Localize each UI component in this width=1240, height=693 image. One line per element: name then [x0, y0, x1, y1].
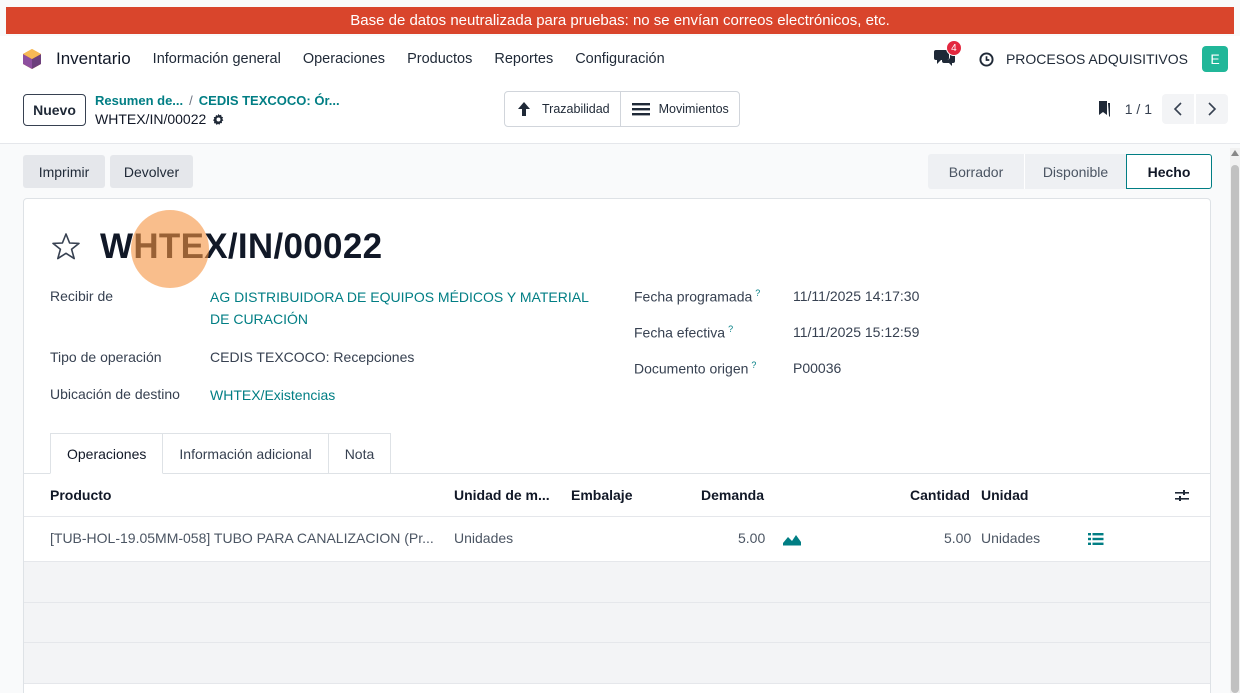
col-unidad-medida[interactable]: Unidad de m... — [454, 487, 550, 503]
partner-link-line2[interactable]: DE CURACIÓN — [210, 311, 308, 327]
cell-uom: Unidades — [454, 530, 514, 546]
menu-productos[interactable]: Productos — [407, 51, 472, 67]
user-avatar[interactable]: E — [1202, 46, 1228, 72]
effective-date-field: 11/11/2025 15:12:59 — [793, 324, 920, 340]
tabs-divider — [24, 473, 1210, 474]
stage-hecho[interactable]: Hecho — [1126, 154, 1212, 189]
column-settings-icon[interactable] — [1174, 489, 1190, 503]
new-button[interactable]: Nuevo — [23, 94, 86, 126]
cell-product[interactable]: [TUB-HOL-19.05MM-058] TUBO PARA CANALIZA… — [50, 530, 434, 546]
control-panel: Nuevo Resumen de... / CEDIS TEXCOCO: Ór...… — [0, 82, 1240, 144]
breadcrumb: Resumen de... / CEDIS TEXCOCO: Ór... — [95, 93, 340, 108]
empty-row — [24, 562, 1210, 602]
pager-previous-button[interactable] — [1162, 94, 1194, 124]
traceability-label: Trazabilidad — [542, 102, 610, 116]
clock-icon[interactable] — [979, 51, 994, 67]
menu-operaciones[interactable]: Operaciones — [303, 51, 385, 67]
label-fecha-programada: Fecha programada? — [634, 288, 760, 305]
label-fecha-programada-text: Fecha programada — [634, 288, 753, 305]
pager-value[interactable]: 1 / 1 — [1125, 101, 1152, 117]
empty-row — [24, 603, 1210, 642]
label-tipo-operacion: Tipo de operación — [50, 349, 162, 365]
tab-informacion-adicional[interactable]: Información adicional — [162, 433, 329, 473]
destination-location-link[interactable]: WHTEX/Existencias — [210, 387, 335, 403]
cell-quantity[interactable]: 5.00 — [944, 530, 971, 546]
label-fecha-efectiva: Fecha efectiva? — [634, 324, 733, 341]
label-fecha-efectiva-text: Fecha efectiva — [634, 324, 726, 341]
record-name-row: WHTEX/IN/00022 — [95, 111, 225, 127]
scheduled-date-field[interactable]: 11/11/2025 14:17:30 — [793, 288, 919, 304]
top-navbar: Inventario Información general Operacion… — [0, 36, 1240, 82]
chevron-right-icon — [1208, 102, 1217, 116]
stage-hecho-label: Hecho — [1147, 163, 1191, 180]
cell-demand: 5.00 — [738, 530, 766, 546]
row-divider — [24, 683, 1210, 684]
record-name: WHTEX/IN/00022 — [95, 111, 207, 127]
cell-unit: Unidades — [981, 530, 1041, 546]
col-demanda[interactable]: Demanda — [701, 487, 764, 503]
messaging-button[interactable]: 4 — [933, 40, 962, 70]
partner-link-line1[interactable]: AG DISTRIBUIDORA DE EQUIPOS MÉDICOS Y MA… — [210, 289, 589, 305]
help-icon[interactable]: ? — [728, 324, 733, 334]
forecast-chart-icon[interactable] — [782, 532, 802, 546]
gear-icon[interactable] — [212, 113, 225, 126]
print-button[interactable]: Imprimir — [23, 155, 105, 188]
navbar-systray: 4 PROCESOS ADQUISITIVOS E — [933, 36, 1228, 82]
menu-configuracion[interactable]: Configuración — [575, 51, 664, 67]
banner-text: Base de datos neutralizada para pruebas:… — [350, 12, 890, 29]
chevron-left-icon — [1173, 102, 1182, 116]
smart-buttons: Trazabilidad Movimientos — [504, 91, 740, 127]
source-document-field[interactable]: P00036 — [793, 360, 841, 376]
tab-operaciones[interactable]: Operaciones — [50, 433, 164, 474]
moves-label: Movimientos — [658, 102, 729, 116]
company-switcher[interactable]: PROCESOS ADQUISITIVOS — [1006, 51, 1188, 67]
breadcrumb-item-resumen[interactable]: Resumen de... — [95, 93, 183, 108]
neutralized-db-banner: Base de datos neutralizada para pruebas:… — [6, 7, 1234, 34]
table-header-divider — [24, 516, 1210, 517]
operation-type-field[interactable]: CEDIS TEXCOCO: Recepciones — [210, 349, 414, 365]
breadcrumb-item-cedis[interactable]: CEDIS TEXCOCO: Ór... — [199, 93, 340, 108]
menu-reportes[interactable]: Reportes — [494, 51, 553, 67]
breadcrumb-separator: / — [189, 93, 193, 108]
pager: 1 / 1 — [1097, 94, 1228, 124]
app-name[interactable]: Inventario — [56, 49, 131, 69]
help-icon[interactable]: ? — [755, 288, 760, 298]
label-recibir-de: Recibir de — [50, 288, 114, 304]
inventory-cube-icon[interactable] — [22, 48, 42, 70]
tab-nota[interactable]: Nota — [327, 433, 392, 473]
help-icon[interactable]: ? — [751, 360, 756, 370]
stage-disponible[interactable]: Disponible — [1024, 154, 1126, 189]
col-unidad[interactable]: Unidad — [981, 487, 1028, 503]
label-ubicacion-destino: Ubicación de destino — [50, 386, 180, 402]
stage-disponible-label: Disponible — [1042, 163, 1109, 180]
status-stages: Borrador Disponible Hecho — [928, 154, 1212, 189]
click-highlight — [131, 210, 209, 288]
notebook-tabs: Operaciones Información adicional Nota — [50, 433, 392, 474]
moves-button[interactable]: Movimientos — [619, 92, 739, 126]
label-documento-origen-text: Documento origen — [634, 360, 749, 377]
pager-next-button[interactable] — [1196, 94, 1228, 124]
label-documento-origen: Documento origen? — [634, 360, 756, 377]
empty-row — [24, 643, 1210, 683]
stage-borrador[interactable]: Borrador — [928, 154, 1024, 189]
stage-borrador-label: Borrador — [948, 163, 1004, 180]
title-row: WHTEX/IN/00022 — [50, 227, 382, 267]
scroll-up-arrow-icon[interactable] — [1231, 150, 1239, 156]
col-cantidad[interactable]: Cantidad — [910, 487, 970, 503]
chat-badge: 4 — [945, 40, 962, 56]
traceability-button[interactable]: Trazabilidad — [505, 92, 620, 126]
menu-informacion-general[interactable]: Información general — [153, 51, 281, 67]
arrow-up-icon — [518, 102, 530, 116]
star-icon[interactable] — [50, 231, 82, 263]
list-bars-icon — [631, 103, 650, 116]
return-button[interactable]: Devolver — [110, 155, 193, 188]
col-producto[interactable]: Producto — [50, 487, 111, 503]
detailed-operations-icon[interactable] — [1088, 532, 1104, 546]
status-bar: Imprimir Devolver Borrador Disponible He… — [0, 145, 1228, 197]
bookmark-icon[interactable] — [1097, 100, 1111, 118]
col-embalaje[interactable]: Embalaje — [571, 487, 632, 503]
scrollbar-thumb[interactable] — [1231, 165, 1239, 693]
